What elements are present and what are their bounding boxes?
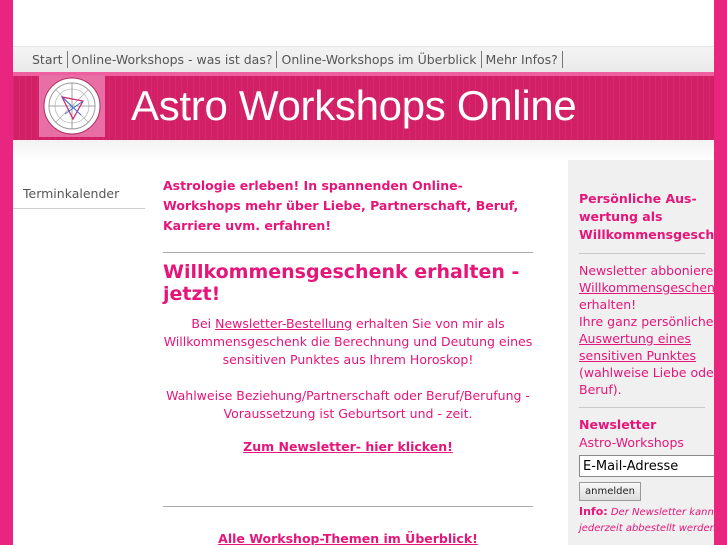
divider: [163, 252, 533, 253]
top-navigation: Start Online-Workshops - was ist das? On…: [13, 46, 714, 72]
info-label: Info:: [579, 505, 608, 518]
left-sidebar: Terminkalender: [13, 178, 145, 209]
header-banner: Astro Workshops Online: [13, 72, 714, 140]
nav-item-what-is-online-workshops[interactable]: Online-Workshops - was ist das?: [68, 51, 278, 68]
right-border-stripe: [714, 0, 727, 545]
welcome-gift-paragraph: Bei Newsletter-Bestellung erhalten Sie v…: [163, 315, 533, 369]
page: Start Online-Workshops - was ist das? On…: [13, 0, 714, 545]
description-text: (wahlweise Liebe oder Beruf).: [579, 365, 714, 397]
welcome-gift-link[interactable]: Willkommensgeschenk: [579, 280, 714, 295]
description-text: Newsletter abbonieren: [579, 263, 714, 278]
workshop-topics-link[interactable]: Alle Workshop-Themen im Überblick!: [163, 531, 533, 545]
banner-top-strip: [13, 72, 714, 76]
nav-list: Start Online-Workshops - was ist das? On…: [28, 51, 563, 68]
headline: Willkommensgeschenk erhalten - jetzt!: [163, 261, 520, 305]
newsletter-cta-link[interactable]: Zum Newsletter- hier klicken!: [163, 439, 533, 454]
welcome-gift-description: Newsletter abbonieren Willkommensgeschen…: [579, 262, 714, 398]
newsletter-subtitle: Astro-Workshops: [579, 435, 684, 450]
intro-text: Astrologie erleben! In spannenden Online…: [163, 178, 519, 233]
nav-item-more-info[interactable]: Mehr Infos?: [482, 51, 563, 68]
astrology-chart-icon: [43, 77, 101, 135]
nav-item-start[interactable]: Start: [28, 51, 68, 68]
banner-shadow: [13, 140, 714, 162]
divider: [579, 407, 705, 408]
description-text: Ihre ganz persönliche: [579, 314, 714, 329]
newsletter-info: Info: Der Newsletter kann jederzeit abbe…: [579, 504, 714, 537]
site-title: Astro Workshops Online: [131, 82, 577, 129]
newsletter-order-link[interactable]: Newsletter-Bestellung: [215, 316, 352, 331]
right-sidebar: Persönliche Aus-wertung als Willkommensg…: [568, 160, 714, 545]
welcome-gift-title: Persönliche Aus-wertung als Willkommensg…: [579, 191, 714, 242]
sidebar-item-terminkalender[interactable]: Terminkalender: [13, 178, 145, 209]
divider: [163, 506, 533, 507]
subscribe-button[interactable]: anmelden: [579, 482, 641, 501]
divider: [579, 253, 705, 254]
newsletter-title: Newsletter: [579, 417, 657, 432]
email-field[interactable]: [579, 455, 714, 477]
description-text: erhalten!: [579, 297, 637, 312]
left-border-stripe: [0, 0, 13, 545]
sensitive-point-link[interactable]: Auswertung eines sensitiven Punktes: [579, 331, 696, 363]
nav-item-workshops-overview[interactable]: Online-Workshops im Überblick: [277, 51, 482, 68]
paragraph-text: Bei: [191, 316, 216, 331]
main-content: Astrologie erleben! In spannenden Online…: [163, 176, 533, 545]
choice-paragraph: Wahlweise Beziehung/Partnerschaft oder B…: [166, 388, 530, 421]
